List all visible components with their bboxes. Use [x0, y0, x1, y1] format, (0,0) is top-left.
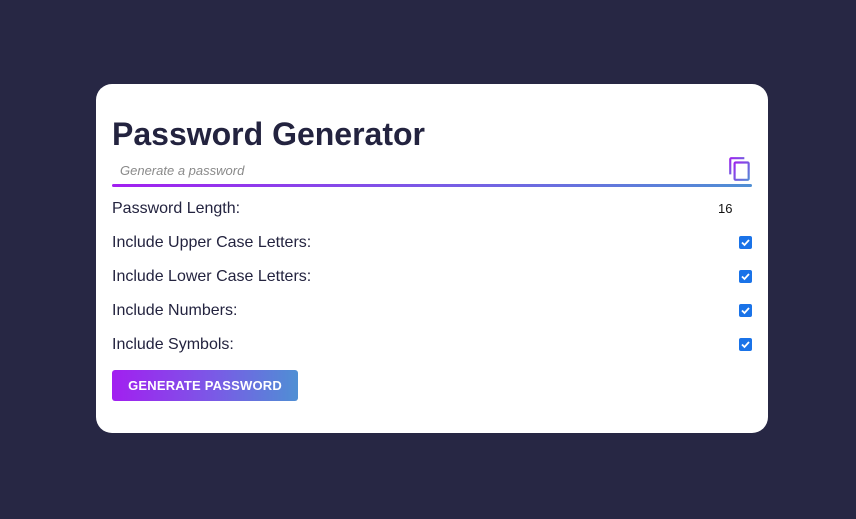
length-row: Password Length: [112, 197, 752, 221]
length-input[interactable] [718, 198, 752, 218]
copy-icon[interactable] [727, 156, 753, 182]
lowercase-row: Include Lower Case Letters: [112, 265, 752, 289]
password-generator-card: Password Generator Password Length: Incl… [96, 84, 768, 433]
lowercase-checkbox[interactable] [739, 270, 752, 283]
symbols-checkbox[interactable] [739, 338, 752, 351]
checkmark-icon [741, 273, 750, 281]
uppercase-row: Include Upper Case Letters: [112, 231, 752, 255]
page-title: Password Generator [112, 116, 425, 152]
uppercase-checkbox[interactable] [739, 236, 752, 249]
symbols-label: Include Symbols: [112, 336, 234, 353]
password-field-underline [112, 184, 752, 187]
numbers-checkbox[interactable] [739, 304, 752, 317]
checkmark-icon [741, 239, 750, 247]
password-field-wrapper [112, 156, 752, 187]
lowercase-label: Include Lower Case Letters: [112, 268, 312, 285]
checkmark-icon [741, 341, 750, 349]
checkmark-icon [741, 307, 750, 315]
uppercase-label: Include Upper Case Letters: [112, 234, 312, 251]
symbols-row: Include Symbols: [112, 333, 752, 357]
length-label: Password Length: [112, 200, 241, 217]
generate-password-button[interactable]: GENERATE PASSWORD [112, 370, 298, 401]
numbers-row: Include Numbers: [112, 299, 752, 323]
numbers-label: Include Numbers: [112, 302, 238, 319]
password-output-field[interactable] [112, 156, 728, 184]
